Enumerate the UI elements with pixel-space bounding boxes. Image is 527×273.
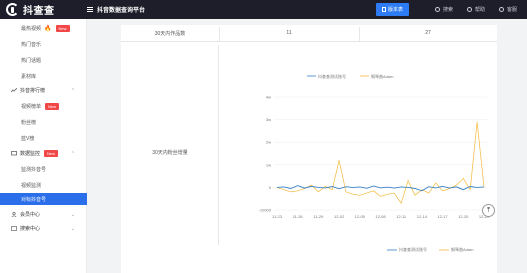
x-tick-label: 12-17 bbox=[437, 214, 448, 219]
series-line-2 bbox=[276, 121, 485, 204]
y-tick-label: 2w bbox=[266, 140, 271, 145]
series-line-1 bbox=[276, 185, 485, 192]
x-tick-label: 11-26 bbox=[293, 214, 304, 219]
chart-grid bbox=[274, 96, 487, 211]
search-icon bbox=[434, 7, 440, 12]
fans-increase-chart: 抖查查测试账号 钢琴曲Adam 4w3w2w1w0-10000 11-23 11-2… bbox=[259, 73, 490, 219]
version-button[interactable]: 版本表 bbox=[375, 3, 409, 16]
help-label: 帮助 bbox=[474, 7, 485, 13]
trend-icon bbox=[11, 88, 17, 93]
sidebar-item-label: 视频监测 bbox=[21, 183, 42, 189]
sidebar-group-label: 会员中心 bbox=[20, 212, 41, 218]
sidebar-group-search-center[interactable]: 搜索中心 ⌄ bbox=[0, 223, 87, 234]
fans-increase-label-cell: 30天内粉丝增量 bbox=[121, 45, 219, 245]
x-tick-label: 12-02 bbox=[334, 214, 345, 219]
x-tick-label: 12-20 bbox=[458, 214, 469, 219]
sidebar-item-bluev-ranking[interactable]: 蓝V榜 bbox=[0, 133, 87, 144]
bottom-legend-series-1: 抖查查测试账号 bbox=[399, 247, 427, 252]
sidebar-item-video-ranking[interactable]: 视频榜单 New bbox=[0, 101, 87, 112]
y-axis-ticks: 4w 3w 2w 1w 0 -10000 bbox=[259, 95, 272, 213]
customer-service-link[interactable]: 客服 bbox=[498, 6, 517, 13]
comparison-card: 30天内作品数 11 27 30天内粉丝增量 抖查查测试账号 钢琴曲Adam 4w… bbox=[121, 25, 497, 273]
top-navigation-bar: 抖查查 抖音数据查询平台 版本表 搜索 帮助 客服 bbox=[0, 0, 527, 19]
version-button-label: 版本表 bbox=[387, 7, 403, 13]
help-icon bbox=[466, 7, 472, 12]
x-tick-label: 12-11 bbox=[396, 214, 407, 219]
x-tick-label: 11-29 bbox=[313, 214, 324, 219]
x-tick-label: 12-14 bbox=[417, 214, 428, 219]
sidebar-item-label: 视频榜单 bbox=[21, 104, 42, 110]
main-content: 30天内作品数 11 27 30天内粉丝增量 抖查查测试账号 钢琴曲Adam 4w… bbox=[87, 19, 527, 273]
x-tick-label: 12-05 bbox=[355, 214, 366, 219]
x-tick-label: 12-08 bbox=[375, 214, 386, 219]
search-label: 搜索 bbox=[442, 7, 453, 13]
platform-title-text: 抖音数据查询平台 bbox=[97, 8, 146, 14]
sidebar-item-label: 对标抖音号 bbox=[21, 196, 47, 203]
headset-icon bbox=[498, 7, 504, 12]
logo-mark-icon bbox=[6, 3, 19, 16]
fans-increase-label: 30天内粉丝增量 bbox=[152, 150, 188, 156]
sidebar-item-label: 素材库 bbox=[21, 74, 37, 80]
user-icon bbox=[11, 212, 17, 217]
y-tick-label: 4w bbox=[266, 95, 271, 100]
y-tick-label: -10000 bbox=[259, 208, 272, 213]
sidebar-group-member-center[interactable]: 会员中心 ⌄ bbox=[0, 209, 87, 220]
monitor-icon bbox=[11, 151, 17, 156]
new-badge: New bbox=[55, 25, 70, 32]
bottom-legend-series-2: 钢琴曲Adam bbox=[451, 247, 474, 252]
sidebar-item-hot-music[interactable]: 热门音乐 bbox=[0, 39, 87, 50]
sidebar-item-material-library[interactable]: 素材库 bbox=[0, 71, 87, 82]
search-center-icon bbox=[11, 226, 17, 231]
sidebar-group-label: 数据监控 bbox=[20, 151, 41, 157]
sidebar-item-benchmark-account[interactable]: 对标抖音号 bbox=[0, 193, 87, 205]
y-tick-label: 3w bbox=[266, 117, 271, 122]
sidebar-item-video-monitor[interactable]: 视频监测 bbox=[0, 180, 87, 191]
sidebar-item-label: 粉丝榜 bbox=[21, 120, 37, 126]
logo-text: 抖查查 bbox=[23, 6, 55, 17]
service-label: 客服 bbox=[506, 7, 517, 13]
sidebar-group-label: 搜索中心 bbox=[20, 226, 41, 232]
sidebar-item-label: 监测抖音号 bbox=[21, 167, 47, 173]
sidebar-item-monitor-account[interactable]: 监测抖音号 bbox=[0, 164, 87, 175]
sidebar-group-label: 抖音排行榜 bbox=[20, 88, 46, 94]
chevron-down-icon: ⌄ bbox=[70, 225, 75, 232]
menu-icon[interactable] bbox=[87, 7, 93, 12]
works-count-value-1: 11 bbox=[286, 30, 292, 36]
sidebar: 最热视频 🔥 New 热门音乐 热门话题 素材库 抖音排行榜 ⌃ 视频榜单 Ne… bbox=[0, 19, 87, 273]
chart-legend: 抖查查测试账号 钢琴曲Adam bbox=[307, 73, 394, 79]
new-badge: New bbox=[45, 103, 60, 110]
chart-lines bbox=[276, 121, 485, 204]
search-link[interactable]: 搜索 bbox=[434, 6, 453, 13]
sidebar-group-monitoring[interactable]: 数据监控 New ⌃ bbox=[0, 148, 87, 159]
y-tick-label: 0 bbox=[269, 185, 272, 190]
sidebar-item-fans-ranking[interactable]: 粉丝榜 bbox=[0, 117, 87, 128]
x-tick-label: 11-23 bbox=[272, 214, 283, 219]
platform-title: 抖音数据查询平台 bbox=[87, 5, 145, 14]
chevron-up-icon: ⌃ bbox=[70, 150, 75, 157]
legend-label-2: 钢琴曲Adam bbox=[371, 73, 394, 79]
sidebar-item-hot-topics[interactable]: 热门话题 bbox=[0, 55, 87, 66]
sidebar-item-label: 蓝V榜 bbox=[21, 136, 35, 142]
legend-label-1: 抖查查测试账号 bbox=[318, 73, 346, 79]
sidebar-group-rankings[interactable]: 抖音排行榜 ⌃ bbox=[0, 85, 87, 96]
fire-icon: 🔥 bbox=[44, 26, 52, 32]
document-icon bbox=[381, 7, 386, 12]
sidebar-item-hot-videos[interactable]: 最热视频 🔥 New bbox=[0, 23, 87, 34]
chevron-up-icon: ⌃ bbox=[70, 87, 75, 94]
sidebar-item-label: 热门话题 bbox=[21, 58, 42, 64]
new-badge: New bbox=[44, 150, 59, 157]
y-tick-label: 1w bbox=[266, 162, 271, 167]
works-count-value-2: 27 bbox=[425, 30, 431, 36]
help-link[interactable]: 帮助 bbox=[466, 6, 485, 13]
bottom-legend: 抖查查测试账号 钢琴曲Adam bbox=[387, 247, 473, 253]
x-axis-ticks: 11-23 11-26 11-29 12-02 12-05 12-08 12-11 12-14… bbox=[272, 214, 490, 219]
logo[interactable]: 抖查查 bbox=[6, 2, 87, 17]
works-count-row: 30天内作品数 11 27 bbox=[121, 27, 497, 42]
chevron-down-icon: ⌄ bbox=[70, 211, 75, 218]
sidebar-item-label: 最热视频 bbox=[21, 26, 42, 32]
works-count-label: 30天内作品数 bbox=[154, 31, 186, 37]
arrow-up-icon[interactable]: ⤒ bbox=[482, 204, 495, 217]
sidebar-item-label: 热门音乐 bbox=[21, 42, 42, 48]
